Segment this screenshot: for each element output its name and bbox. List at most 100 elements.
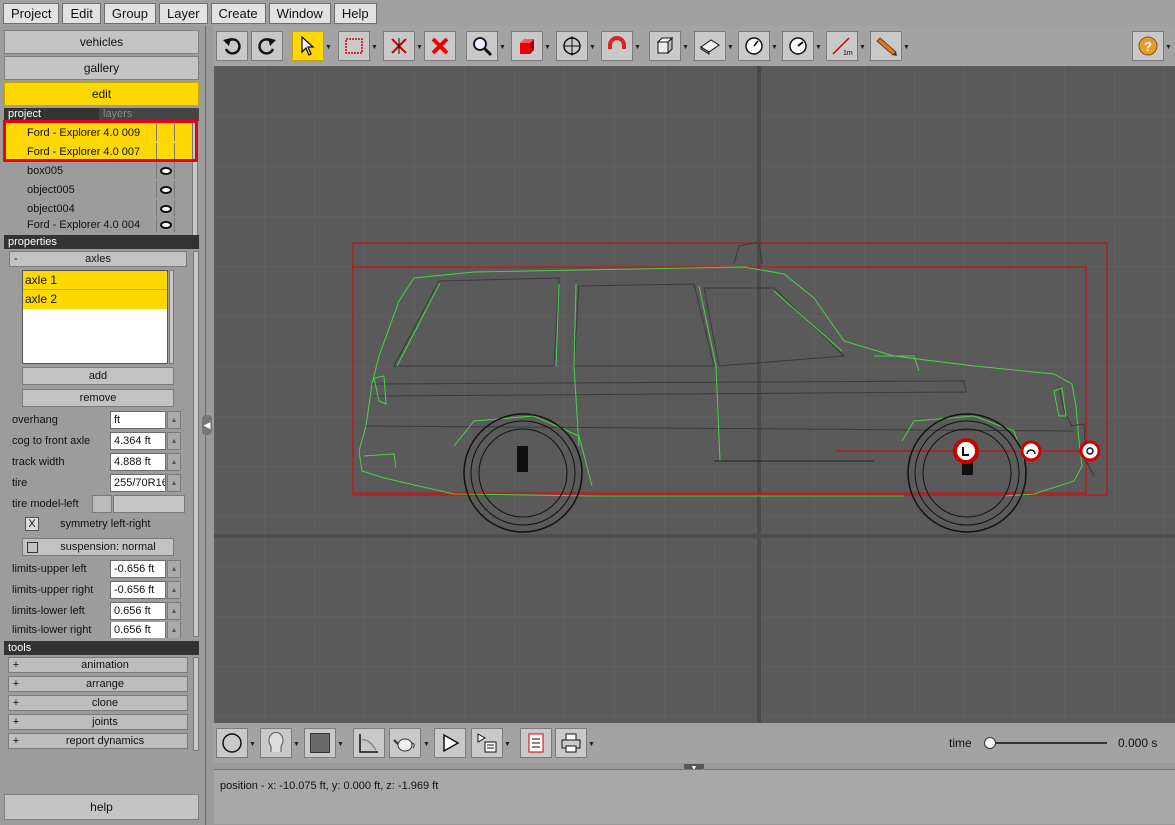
dropdown-icon[interactable]: ▼ xyxy=(544,44,551,51)
prop-input[interactable]: 0.656 ft xyxy=(110,602,166,620)
axles-group-toggle[interactable]: - axles xyxy=(9,251,187,267)
dropdown-icon[interactable]: ▼ xyxy=(325,44,332,51)
project-item[interactable]: object004 xyxy=(4,199,192,218)
spin-arrows-icon[interactable]: ▲ xyxy=(167,581,181,599)
redo-icon[interactable] xyxy=(251,31,283,61)
dropdown-icon[interactable]: ▼ xyxy=(634,44,641,51)
magnet-icon[interactable] xyxy=(601,31,633,61)
menu-window[interactable]: Window xyxy=(268,2,331,24)
panel-collapse-handle[interactable]: ◀ xyxy=(202,415,212,435)
pencil-icon[interactable] xyxy=(870,31,902,61)
teapot-icon[interactable] xyxy=(389,728,421,758)
tools-scrollbar[interactable] xyxy=(193,657,199,751)
edit-button[interactable]: edit xyxy=(4,82,199,106)
select-rect-icon[interactable] xyxy=(338,31,370,61)
lock-toggle[interactable] xyxy=(174,200,192,217)
zoom-icon[interactable] xyxy=(466,31,498,61)
dropdown-icon[interactable]: ▼ xyxy=(371,44,378,51)
spin-arrows-icon[interactable]: ▲ xyxy=(167,432,181,450)
tool-animation[interactable]: + animation xyxy=(8,657,188,673)
tool-clone[interactable]: + clone xyxy=(8,695,188,711)
steering-marker-icon[interactable] xyxy=(1020,440,1042,462)
play-icon[interactable] xyxy=(434,728,466,758)
list-item[interactable]: axle 2 xyxy=(23,290,167,309)
project-item[interactable]: box005 xyxy=(4,161,192,180)
gauge-icon[interactable] xyxy=(782,31,814,61)
menu-project[interactable]: Project xyxy=(3,2,60,24)
gallery-button[interactable]: gallery xyxy=(4,56,199,80)
box-view-icon[interactable] xyxy=(649,31,681,61)
target-marker-icon[interactable] xyxy=(1079,440,1101,462)
dropdown-icon[interactable]: ▼ xyxy=(727,44,734,51)
dropdown-icon[interactable]: ▼ xyxy=(337,741,344,748)
spin-arrows-icon[interactable]: ▲ xyxy=(167,453,181,471)
dropdown-icon[interactable]: ▼ xyxy=(416,44,423,51)
spin-arrows-icon[interactable]: ▲ xyxy=(167,474,181,492)
prop-input[interactable]: 4.364 ft xyxy=(110,432,166,450)
menu-edit[interactable]: Edit xyxy=(62,2,101,24)
vehicles-button[interactable]: vehicles xyxy=(4,30,199,54)
list-item[interactable]: axle 1 xyxy=(23,271,167,290)
tool-arrange[interactable]: + arrange xyxy=(8,676,188,692)
project-item[interactable]: object005 xyxy=(4,180,192,199)
help-icon[interactable]: ? xyxy=(1132,31,1164,61)
3d-viewport[interactable] xyxy=(214,66,1175,723)
help-button[interactable]: help xyxy=(4,794,199,820)
dropdown-icon[interactable]: ▼ xyxy=(249,741,256,748)
project-item[interactable]: Ford - Explorer 4.0 004 xyxy=(4,218,192,232)
prop-input[interactable]: 0.656 ft xyxy=(110,622,166,638)
remove-axle-button[interactable]: remove xyxy=(22,389,174,407)
dropdown-icon[interactable]: ▼ xyxy=(771,44,778,51)
delete-icon[interactable] xyxy=(424,31,456,61)
lock-toggle[interactable] xyxy=(174,162,192,179)
dropdown-icon[interactable]: ▼ xyxy=(1165,44,1172,51)
menu-group[interactable]: Group xyxy=(103,2,157,24)
prop-input[interactable]: 255/70R16 xyxy=(110,474,166,492)
eye-icon[interactable] xyxy=(156,181,174,198)
red-cube-icon[interactable] xyxy=(511,31,543,61)
move-icon[interactable] xyxy=(556,31,588,61)
properties-scrollbar[interactable] xyxy=(193,251,199,637)
plane-view-icon[interactable] xyxy=(694,31,726,61)
graph-icon[interactable] xyxy=(353,728,385,758)
dropdown-icon[interactable]: ▼ xyxy=(815,44,822,51)
menu-help[interactable]: Help xyxy=(333,2,377,24)
tool-report-dynamics[interactable]: + report dynamics xyxy=(8,733,188,749)
printer-icon[interactable] xyxy=(555,728,587,758)
symmetry-checkbox[interactable]: X xyxy=(25,517,39,531)
tire-model-field[interactable] xyxy=(113,495,185,513)
suspension-button[interactable]: suspension: normal xyxy=(22,538,174,556)
undo-icon[interactable] xyxy=(216,31,248,61)
dropdown-icon[interactable]: ▼ xyxy=(903,44,910,51)
spin-arrows-icon[interactable]: ▲ xyxy=(167,622,181,638)
prop-input[interactable]: -0.656 ft xyxy=(110,560,166,578)
add-axle-button[interactable]: add xyxy=(22,367,174,385)
eye-icon[interactable] xyxy=(156,162,174,179)
dropdown-icon[interactable]: ▼ xyxy=(499,44,506,51)
time-slider-track[interactable] xyxy=(989,742,1107,744)
tire-model-picker[interactable] xyxy=(92,495,112,513)
lock-toggle[interactable] xyxy=(174,218,192,232)
spin-arrows-icon[interactable]: ▲ xyxy=(167,602,181,620)
circle-tool-icon[interactable] xyxy=(216,728,248,758)
prop-input[interactable]: -0.656 ft xyxy=(110,581,166,599)
document-icon[interactable] xyxy=(520,728,552,758)
axle-list[interactable]: axle 1 axle 2 xyxy=(22,270,168,364)
axle-list-scrollbar[interactable] xyxy=(169,270,174,364)
tool-joints[interactable]: + joints xyxy=(8,714,188,730)
dropdown-icon[interactable]: ▼ xyxy=(423,741,430,748)
lock-toggle[interactable] xyxy=(174,181,192,198)
measure-icon[interactable]: 1m xyxy=(826,31,858,61)
dropdown-icon[interactable]: ▼ xyxy=(859,44,866,51)
dropdown-icon[interactable]: ▼ xyxy=(588,741,595,748)
dropdown-icon[interactable]: ▼ xyxy=(682,44,689,51)
prop-input[interactable]: ft xyxy=(110,411,166,429)
menu-layer[interactable]: Layer xyxy=(159,2,208,24)
spin-arrows-icon[interactable]: ▲ xyxy=(167,411,181,429)
axle-marker-icon[interactable] xyxy=(953,438,979,464)
dial-icon[interactable] xyxy=(738,31,770,61)
time-slider-knob[interactable] xyxy=(984,737,996,749)
dropdown-icon[interactable]: ▼ xyxy=(504,741,511,748)
spin-arrows-icon[interactable]: ▲ xyxy=(167,560,181,578)
dropdown-icon[interactable]: ▼ xyxy=(293,741,300,748)
